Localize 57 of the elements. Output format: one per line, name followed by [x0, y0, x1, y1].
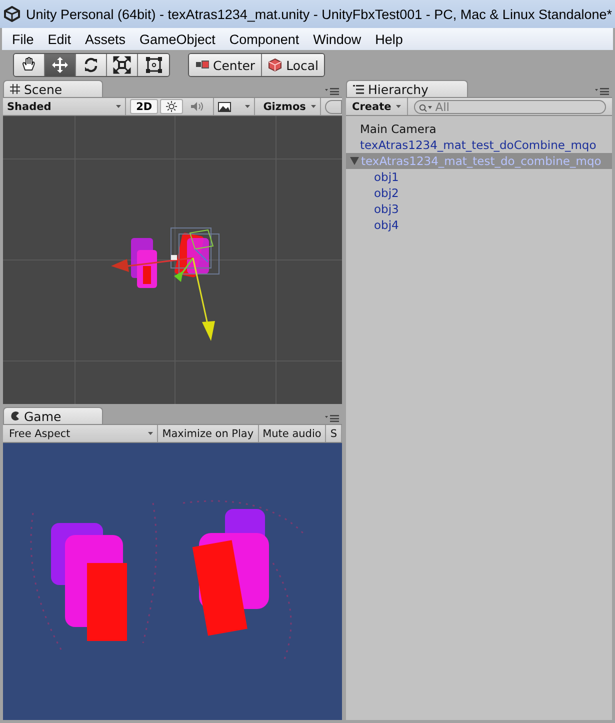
dropdown-caret-icon	[148, 432, 154, 435]
grid-icon	[10, 84, 20, 94]
gizmos-dropdown[interactable]: Gizmos	[255, 98, 321, 115]
hierarchy-item[interactable]: obj2	[346, 185, 612, 201]
aspect-dropdown[interactable]: Free Aspect	[3, 425, 158, 442]
rect-tool-button[interactable]	[138, 54, 169, 76]
menu-item[interactable]: File	[5, 32, 41, 46]
scene-tab[interactable]: Scene	[3, 80, 103, 97]
move-tool-button[interactable]	[45, 54, 76, 76]
game-toggle-button[interactable]: S	[326, 425, 342, 442]
game-toggle-button[interactable]: Maximize on Play	[158, 425, 259, 442]
app-logo-icon	[4, 6, 20, 22]
shading-dropdown[interactable]: Shaded	[3, 98, 126, 115]
speaker-icon	[191, 101, 204, 112]
menu-item[interactable]: Component	[222, 32, 306, 46]
hierarchy-item[interactable]: obj3	[346, 201, 612, 217]
scale-tool-button[interactable]	[107, 54, 138, 76]
hierarchy-tab[interactable]: Hierarchy	[346, 80, 468, 97]
search-icon	[419, 104, 434, 112]
local-pivot-button[interactable]: Local	[262, 54, 324, 76]
pacman-icon	[10, 411, 20, 421]
scale-icon	[113, 56, 131, 74]
menu-item[interactable]: Help	[368, 32, 410, 46]
menu-item[interactable]: Assets	[78, 32, 133, 46]
menu-item[interactable]: Edit	[40, 32, 78, 46]
dropdown-caret-icon	[310, 105, 316, 108]
hierarchy-item[interactable]: obj4	[346, 217, 612, 233]
panel-menu-icon	[325, 415, 339, 422]
game-toggle-button[interactable]: Mute audio	[258, 425, 326, 442]
move-arrows-icon	[51, 56, 69, 74]
panel-menu-icon	[595, 88, 609, 95]
list-icon	[353, 84, 364, 94]
window-title: Unity Personal (64bit) - texAtras1234_mat.unity - UnityFbxTest001 - PC, Mac & Linux Standalone*	[26, 6, 612, 22]
menu-item[interactable]: GameObject	[132, 32, 222, 46]
rect-tool-icon	[144, 56, 162, 74]
rotate-arrows-icon	[82, 56, 100, 74]
hierarchy-search-field[interactable]: All	[414, 100, 606, 114]
effects-dropdown[interactable]	[213, 98, 256, 115]
image-icon	[218, 102, 232, 112]
dropdown-caret-icon	[116, 105, 122, 108]
hierarchy-item[interactable]: Main Camera	[346, 121, 612, 137]
2d-toggle[interactable]: 2D	[130, 99, 158, 114]
menu-item[interactable]: Window	[306, 32, 368, 46]
hand-tool-button[interactable]	[14, 54, 45, 76]
dropdown-caret-icon	[396, 105, 402, 108]
hierarchy-item[interactable]: texAtras1234_mat_test_doCombine_mqo	[346, 137, 612, 153]
scene-search-field[interactable]	[324, 100, 342, 114]
center-pivot-button[interactable]: Center	[189, 54, 262, 76]
game-tab[interactable]: Game	[3, 407, 103, 424]
create-dropdown[interactable]: Create	[346, 98, 408, 115]
sun-icon	[166, 101, 178, 112]
lighting-toggle[interactable]	[160, 99, 184, 114]
cube-icon	[268, 58, 282, 72]
rotate-tool-button[interactable]	[76, 54, 107, 76]
dropdown-caret-icon	[245, 105, 250, 108]
hierarchy-item[interactable]: obj1	[346, 169, 612, 185]
panel-menu-icon	[325, 88, 339, 95]
